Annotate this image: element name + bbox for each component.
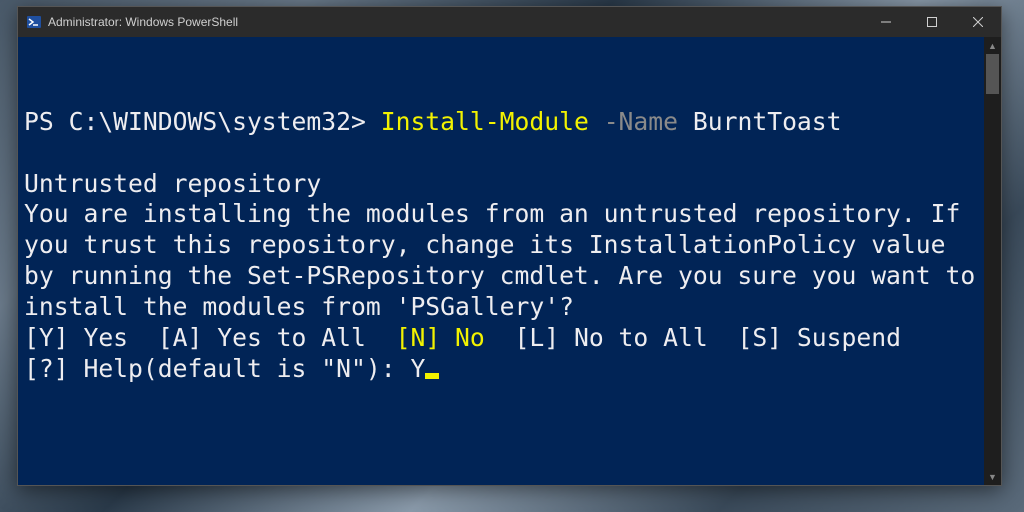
options-pre: [Y] Yes [A] Yes to All (24, 323, 396, 352)
scroll-thumb[interactable] (986, 54, 999, 94)
scroll-up-button[interactable]: ▲ (984, 37, 1001, 54)
powershell-window: Administrator: Windows PowerShell PS C:\… (17, 6, 1002, 486)
options-line-2: [?] Help(default is "N"): Y (24, 354, 978, 385)
user-typed-input: Y (410, 354, 425, 383)
vertical-scrollbar[interactable]: ▲ ▼ (984, 37, 1001, 485)
titlebar[interactable]: Administrator: Windows PowerShell (18, 7, 1001, 37)
param-value: BurntToast (693, 107, 842, 136)
param-flag: -Name (604, 107, 678, 136)
terminal-area: PS C:\WINDOWS\system32> Install-Module -… (18, 37, 1001, 485)
prompt-text: PS C:\WINDOWS\system32> (24, 107, 381, 136)
text-cursor (425, 373, 439, 379)
powershell-icon (26, 14, 42, 30)
options-post: [L] No to All [S] Suspend (485, 323, 916, 352)
minimize-button[interactable] (863, 7, 909, 37)
blank-line-top2 (24, 76, 978, 107)
terminal-output[interactable]: PS C:\WINDOWS\system32> Install-Module -… (18, 37, 984, 485)
warning-title: Untrusted repository (24, 169, 978, 200)
blank-line-top (24, 45, 978, 76)
maximize-button[interactable] (909, 7, 955, 37)
window-title: Administrator: Windows PowerShell (48, 15, 238, 29)
cmdlet-name: Install-Module (381, 107, 589, 136)
blank-line (24, 138, 978, 169)
options-default-no: [N] No (396, 323, 485, 352)
close-button[interactable] (955, 7, 1001, 37)
options-line-1: [Y] Yes [A] Yes to All [N] No [L] No to … (24, 323, 978, 354)
help-prompt: [?] Help(default is "N"): (24, 354, 410, 383)
warning-body: You are installing the modules from an u… (24, 199, 978, 323)
command-line: PS C:\WINDOWS\system32> Install-Module -… (24, 107, 978, 138)
scroll-down-button[interactable]: ▼ (984, 468, 1001, 485)
scroll-track[interactable] (984, 54, 1001, 468)
